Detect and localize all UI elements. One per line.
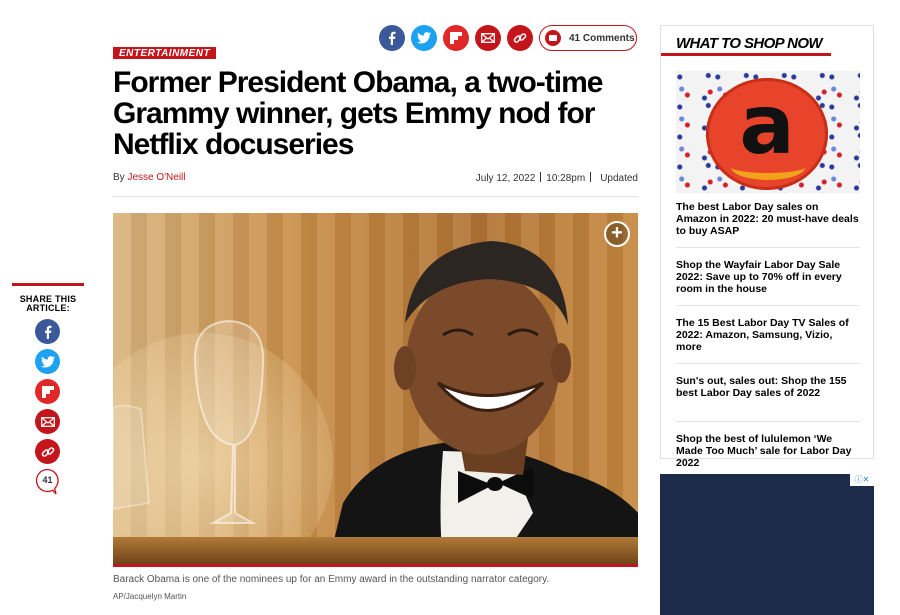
twitter-icon: [417, 32, 431, 44]
divider: [113, 564, 638, 567]
copy-link-button[interactable]: [507, 25, 533, 51]
updated-label[interactable]: Updated: [600, 173, 638, 184]
photo-credit: AP/Jacquelyn Martin: [113, 592, 187, 601]
ad-slot[interactable]: ⓘ✕: [660, 474, 874, 615]
facebook-share-button[interactable]: [35, 319, 60, 344]
publish-date: July 12, 2022: [475, 173, 536, 184]
byline-prefix: By: [113, 172, 125, 183]
email-share-button[interactable]: [35, 409, 60, 434]
comment-count-text: 41: [42, 475, 53, 485]
divider: [661, 53, 831, 56]
category-tag[interactable]: ENTERTAINMENT: [113, 47, 217, 59]
sidebar-item[interactable]: Shop the best of lululemon ‘We Made Too …: [676, 422, 860, 480]
shop-sidebar: WHAT TO SHOP NOW a The best Labor Day sa…: [660, 25, 874, 469]
author-link[interactable]: Jesse O'Neill: [127, 172, 185, 183]
twitter-share-button[interactable]: [35, 349, 60, 374]
twitter-icon: [40, 355, 55, 367]
flipboard-share-button[interactable]: [443, 25, 469, 51]
headline: Former President Obama, a two-time Gramm…: [113, 66, 603, 161]
photo-caption: Barack Obama is one of the nominees up f…: [113, 574, 550, 585]
sidebar-item[interactable]: The 15 Best Labor Day TV Sales of 2022: …: [676, 306, 860, 364]
divider: [540, 172, 542, 182]
link-icon: [513, 33, 527, 43]
article-photo[interactable]: +: [113, 213, 638, 565]
facebook-icon: [389, 31, 396, 45]
share-rail-buttons: 41: [12, 283, 84, 513]
flipboard-icon: [450, 32, 462, 44]
email-icon: [40, 416, 55, 427]
flipboard-share-button[interactable]: [35, 379, 60, 404]
comments-button[interactable]: 41 Comments: [539, 25, 637, 51]
flipboard-icon: [41, 385, 54, 398]
dateline: July 12, 2022 10:28pm Updated: [476, 172, 638, 184]
table-edge: [113, 537, 638, 565]
sidebar-item[interactable]: Sun's out, sales out: Shop the 155 best …: [676, 364, 860, 422]
link-icon: [41, 446, 54, 457]
comment-icon: [545, 30, 561, 46]
twitter-share-button[interactable]: [411, 25, 437, 51]
adchoices-icon[interactable]: ⓘ✕: [850, 474, 874, 486]
amazon-logo: a: [706, 78, 828, 190]
publish-time: 10:28pm: [546, 173, 586, 184]
sidebar-list: The best Labor Day sales on Amazon in 20…: [676, 201, 860, 480]
email-icon: [481, 33, 495, 43]
expand-image-button[interactable]: +: [604, 221, 630, 247]
sidebar-item[interactable]: The best Labor Day sales on Amazon in 20…: [676, 201, 860, 248]
divider: [590, 172, 592, 182]
byline: By Jesse O'Neill: [113, 172, 186, 183]
comments-label: 41 Comments: [569, 32, 635, 44]
copy-link-button[interactable]: [35, 439, 60, 464]
amazon-promo-image[interactable]: a: [676, 71, 860, 193]
sidebar-title: WHAT TO SHOP NOW: [676, 35, 823, 52]
sidebar-item[interactable]: Shop the Wayfair Labor Day Sale 2022: Sa…: [676, 248, 860, 306]
comment-count-button[interactable]: 41: [35, 468, 60, 496]
facebook-share-button[interactable]: [379, 25, 405, 51]
photo-scene: [113, 241, 638, 565]
divider: [113, 196, 638, 197]
email-share-button[interactable]: [475, 25, 501, 51]
facebook-icon: [44, 325, 51, 339]
